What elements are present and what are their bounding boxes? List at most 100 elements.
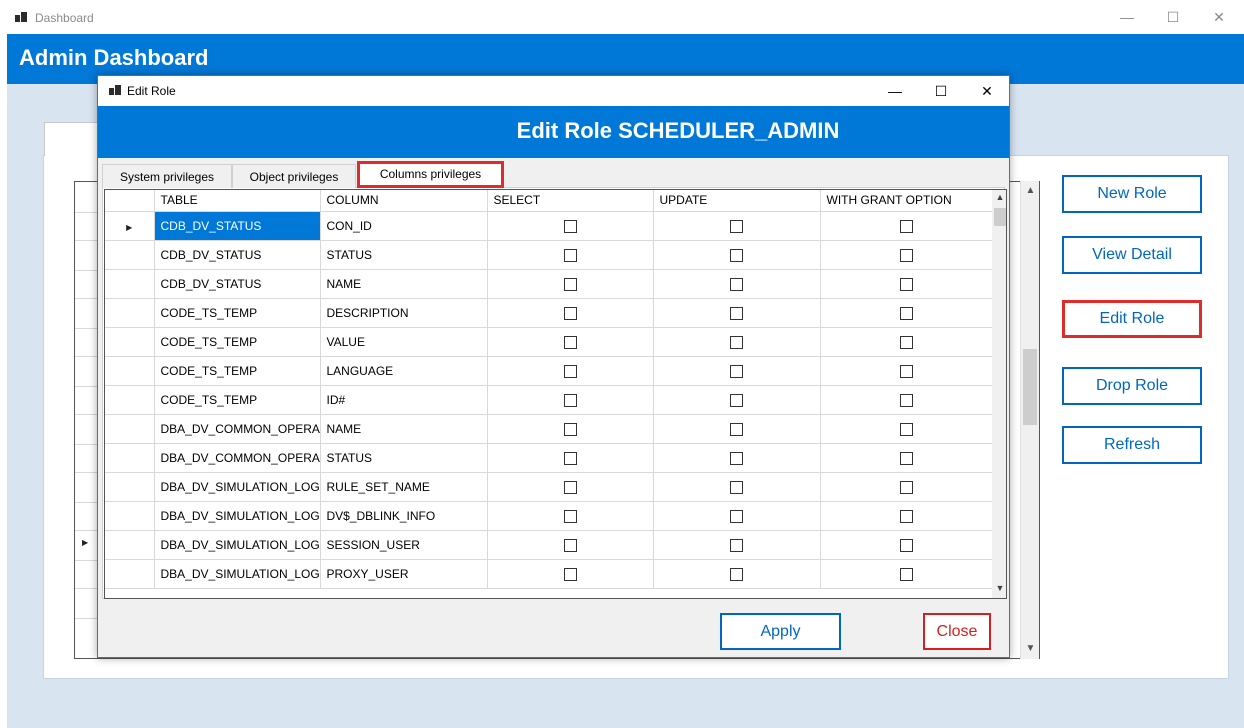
select-checkbox[interactable] <box>563 451 577 465</box>
cell-table-name[interactable]: DBA_DV_COMMON_OPERA... <box>154 414 321 444</box>
cell-column-name[interactable]: LANGUAGE <box>320 356 488 386</box>
table-row[interactable]: CODE_TS_TEMP VALUE <box>105 327 993 357</box>
column-privileges-grid[interactable]: TABLE COLUMN SELECT UPDATE WITH GRANT OP… <box>104 189 1007 599</box>
cell-table-name[interactable]: CODE_TS_TEMP <box>154 327 321 357</box>
update-checkbox[interactable] <box>730 567 743 581</box>
cell-column-name[interactable]: NAME <box>320 414 488 444</box>
column-header-column[interactable]: COLUMN <box>320 190 488 212</box>
cell-column-name[interactable]: RULE_SET_NAME <box>320 472 488 502</box>
grid-scrollbar[interactable]: ▲ ▼ <box>992 190 1006 598</box>
select-checkbox[interactable] <box>563 277 577 291</box>
grid-scroll-up-icon[interactable]: ▲ <box>992 192 1006 202</box>
cell-table-name[interactable]: DBA_DV_SIMULATION_LOG <box>154 559 321 589</box>
update-checkbox[interactable] <box>730 306 743 320</box>
drop-role-button[interactable]: Drop Role <box>1062 367 1202 405</box>
table-row[interactable]: DBA_DV_COMMON_OPERA... STATUS <box>105 443 993 473</box>
table-row[interactable]: DBA_DV_SIMULATION_LOG DV$_DBLINK_INFO <box>105 501 993 531</box>
background-tab[interactable] <box>44 122 100 156</box>
dialog-minimize-button[interactable]: — <box>872 76 918 106</box>
row-header[interactable] <box>105 501 155 531</box>
grant-option-checkbox[interactable] <box>899 567 913 581</box>
cell-column-name[interactable]: CON_ID <box>320 211 488 241</box>
update-checkbox[interactable] <box>730 248 743 262</box>
update-checkbox[interactable] <box>730 219 743 233</box>
select-checkbox[interactable] <box>563 248 577 262</box>
tab-system-privileges[interactable]: System privileges <box>102 164 232 188</box>
row-header[interactable] <box>105 385 155 415</box>
cell-column-name[interactable]: VALUE <box>320 327 488 357</box>
row-header[interactable] <box>105 269 155 299</box>
select-checkbox[interactable] <box>563 335 577 349</box>
cell-table-name[interactable]: CDB_DV_STATUS <box>154 269 321 299</box>
new-role-button[interactable]: New Role <box>1062 175 1202 213</box>
select-checkbox[interactable] <box>563 538 577 552</box>
grant-option-checkbox[interactable] <box>899 306 913 320</box>
select-checkbox[interactable] <box>563 480 577 494</box>
grant-option-checkbox[interactable] <box>899 509 913 523</box>
select-checkbox[interactable] <box>563 567 577 581</box>
row-header[interactable]: ▶ <box>105 211 155 241</box>
cell-table-name[interactable]: DBA_DV_SIMULATION_LOG <box>154 530 321 560</box>
cell-column-name[interactable]: SESSION_USER <box>320 530 488 560</box>
cell-table-name[interactable]: DBA_DV_SIMULATION_LOG <box>154 501 321 531</box>
cell-column-name[interactable]: PROXY_USER <box>320 559 488 589</box>
cell-column-name[interactable]: STATUS <box>320 443 488 473</box>
row-header[interactable] <box>105 356 155 386</box>
row-header[interactable] <box>105 472 155 502</box>
cell-column-name[interactable]: DESCRIPTION <box>320 298 488 328</box>
table-row[interactable]: CDB_DV_STATUS STATUS <box>105 240 993 270</box>
update-checkbox[interactable] <box>730 277 743 291</box>
update-checkbox[interactable] <box>730 451 743 465</box>
select-checkbox[interactable] <box>563 306 577 320</box>
grant-option-checkbox[interactable] <box>899 248 913 262</box>
grant-option-checkbox[interactable] <box>899 422 913 436</box>
cell-table-name[interactable]: DBA_DV_COMMON_OPERA... <box>154 443 321 473</box>
close-button[interactable]: Close <box>923 613 991 650</box>
dialog-maximize-button[interactable]: ☐ <box>918 76 964 106</box>
edit-role-button[interactable]: Edit Role <box>1062 300 1202 338</box>
column-header-update[interactable]: UPDATE <box>653 190 821 212</box>
view-detail-button[interactable]: View Detail <box>1062 236 1202 274</box>
cell-column-name[interactable]: ID# <box>320 385 488 415</box>
grant-option-checkbox[interactable] <box>899 393 913 407</box>
cell-column-name[interactable]: NAME <box>320 269 488 299</box>
table-row[interactable]: DBA_DV_SIMULATION_LOG PROXY_USER <box>105 559 993 589</box>
grant-option-checkbox[interactable] <box>899 219 913 233</box>
select-checkbox[interactable] <box>563 219 577 233</box>
select-checkbox[interactable] <box>563 422 577 436</box>
row-header[interactable] <box>105 559 155 589</box>
row-header[interactable] <box>105 414 155 444</box>
grant-option-checkbox[interactable] <box>899 480 913 494</box>
row-header[interactable] <box>105 240 155 270</box>
column-header-grant-option[interactable]: WITH GRANT OPTION <box>820 190 993 212</box>
cell-table-name[interactable]: CODE_TS_TEMP <box>154 356 321 386</box>
apply-button[interactable]: Apply <box>720 613 841 650</box>
update-checkbox[interactable] <box>730 422 743 436</box>
grant-option-checkbox[interactable] <box>899 451 913 465</box>
update-checkbox[interactable] <box>730 538 743 552</box>
cell-column-name[interactable]: DV$_DBLINK_INFO <box>320 501 488 531</box>
refresh-button[interactable]: Refresh <box>1062 426 1202 464</box>
row-header[interactable] <box>105 298 155 328</box>
tab-object-privileges[interactable]: Object privileges <box>232 164 356 188</box>
row-header[interactable] <box>105 327 155 357</box>
window-close-button[interactable]: ✕ <box>1196 0 1242 34</box>
select-checkbox[interactable] <box>563 509 577 523</box>
row-header[interactable] <box>105 530 155 560</box>
tab-columns-privileges[interactable]: Columns privileges <box>357 161 504 188</box>
table-row[interactable]: CODE_TS_TEMP LANGUAGE <box>105 356 993 386</box>
select-checkbox[interactable] <box>563 393 577 407</box>
update-checkbox[interactable] <box>730 480 743 494</box>
grid-scroll-down-icon[interactable]: ▼ <box>992 583 1006 593</box>
grant-option-checkbox[interactable] <box>899 277 913 291</box>
table-row[interactable]: DBA_DV_COMMON_OPERA... NAME <box>105 414 993 444</box>
cell-table-name[interactable]: CODE_TS_TEMP <box>154 298 321 328</box>
update-checkbox[interactable] <box>730 393 743 407</box>
table-row[interactable]: CODE_TS_TEMP ID# <box>105 385 993 415</box>
grant-option-checkbox[interactable] <box>899 335 913 349</box>
cell-column-name[interactable]: STATUS <box>320 240 488 270</box>
scroll-up-icon[interactable]: ▲ <box>1021 185 1040 196</box>
cell-table-name[interactable]: DBA_DV_SIMULATION_LOG <box>154 472 321 502</box>
table-row[interactable]: CODE_TS_TEMP DESCRIPTION <box>105 298 993 328</box>
window-maximize-button[interactable]: ☐ <box>1150 0 1196 34</box>
